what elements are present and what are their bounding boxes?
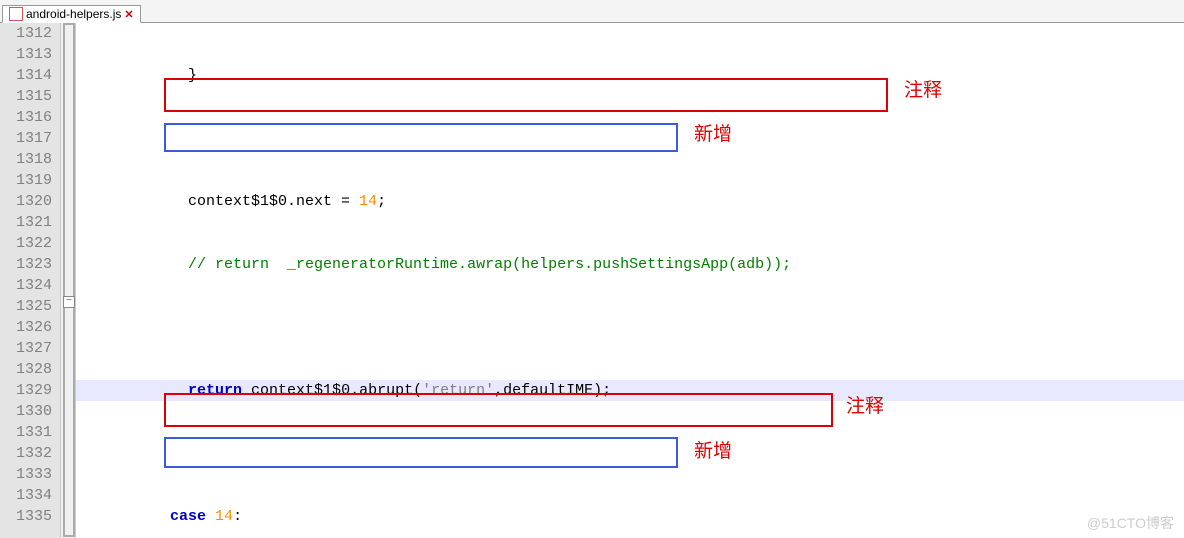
line-number: 1313 <box>8 44 52 65</box>
line-number: 1323 <box>8 254 52 275</box>
line-number: 1326 <box>8 317 52 338</box>
line-number: 1318 <box>8 149 52 170</box>
line-number: 1335 <box>8 506 52 527</box>
line-number: 1328 <box>8 359 52 380</box>
file-icon <box>9 7 23 21</box>
line-number: 1315 <box>8 86 52 107</box>
line-number: 1314 <box>8 65 52 86</box>
line-number: 1322 <box>8 233 52 254</box>
annotation-label: 注释 <box>846 396 884 417</box>
code-line-highlighted: return context$1$0.abrupt('return',defau… <box>76 380 1184 401</box>
fold-margin: − <box>61 23 76 538</box>
file-tab[interactable]: android-helpers.js ✕ <box>2 5 141 23</box>
tab-filename: android-helpers.js <box>26 7 121 21</box>
line-number: 1317 <box>8 128 52 149</box>
line-number: 1321 <box>8 212 52 233</box>
code-line <box>76 443 1184 464</box>
line-number: 1331 <box>8 422 52 443</box>
code-line: context$1$0.next = 14; <box>76 191 1184 212</box>
line-number: 1327 <box>8 338 52 359</box>
code-line <box>76 317 1184 338</box>
close-icon[interactable]: ✕ <box>124 8 133 21</box>
line-number: 1319 <box>8 170 52 191</box>
line-number: 1334 <box>8 485 52 506</box>
line-number: 1316 <box>8 107 52 128</box>
fold-toggle[interactable]: − <box>63 296 75 308</box>
code-line: // return _regeneratorRuntime.awrap(help… <box>76 254 1184 275</box>
code-line: } <box>76 65 1184 86</box>
line-number: 1330 <box>8 401 52 422</box>
editor: 1312131313141315131613171318131913201321… <box>0 23 1184 538</box>
code-line <box>76 128 1184 149</box>
watermark: @51CTO博客 <box>1087 513 1174 534</box>
line-number: 1332 <box>8 443 52 464</box>
line-number: 1324 <box>8 275 52 296</box>
code-line: case 14: <box>76 506 1184 527</box>
code-area[interactable]: } context$1$0.next = 14; // return _rege… <box>76 23 1184 538</box>
tab-bar: android-helpers.js ✕ <box>0 0 1184 23</box>
line-number: 1329 <box>8 380 52 401</box>
annotation-label: 新增 <box>694 124 732 145</box>
line-number: 1320 <box>8 191 52 212</box>
line-number: 1333 <box>8 464 52 485</box>
annotation-label: 新增 <box>694 441 732 462</box>
annotation-label: 注释 <box>904 80 942 101</box>
line-number: 1325 <box>8 296 52 317</box>
gutter: 1312131313141315131613171318131913201321… <box>0 23 61 538</box>
line-number: 1312 <box>8 23 52 44</box>
